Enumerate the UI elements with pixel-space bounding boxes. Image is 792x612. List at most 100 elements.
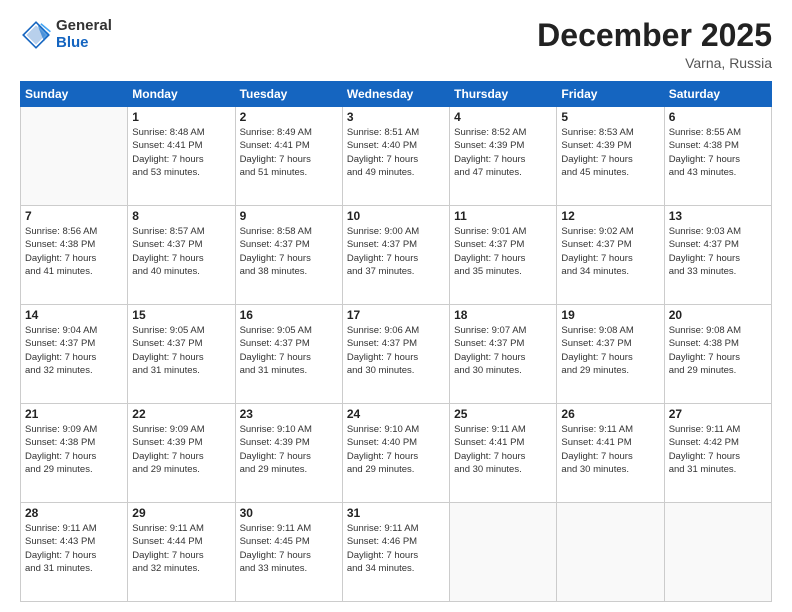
table-row: 10 Sunrise: 9:00 AM Sunset: 4:37 PM Dayli… [342, 206, 449, 305]
calendar-week-row: 7Sunrise: 8:56 AM Sunset: 4:38 PM Daylig… [21, 206, 772, 305]
day-info: Sunrise: 9:00 AM Sunset: 4:37 PM Dayligh… [347, 225, 445, 278]
table-row: 24 Sunrise: 9:10 AM Sunset: 4:40 PM Dayli… [342, 404, 449, 503]
col-saturday: Saturday [664, 82, 771, 107]
day-number: 27 [669, 407, 767, 421]
table-row: 13 Sunrise: 9:03 AM Sunset: 4:37 PM Dayli… [664, 206, 771, 305]
calendar-table: Sunday Monday Tuesday Wednesday Thursday… [20, 81, 772, 602]
day-info: Sunrise: 8:48 AM Sunset: 4:41 PM Dayligh… [132, 126, 230, 179]
table-row: 28Sunrise: 9:11 AM Sunset: 4:43 PM Dayli… [21, 503, 128, 602]
col-tuesday: Tuesday [235, 82, 342, 107]
day-info: Sunrise: 8:58 AM Sunset: 4:37 PM Dayligh… [240, 225, 338, 278]
col-friday: Friday [557, 82, 664, 107]
day-number: 28 [25, 506, 123, 520]
day-number: 11 [454, 209, 552, 223]
table-row: 8Sunrise: 8:57 AM Sunset: 4:37 PM Daylig… [128, 206, 235, 305]
day-info: Sunrise: 9:11 AM Sunset: 4:42 PM Dayligh… [669, 423, 767, 476]
day-info: Sunrise: 9:01 AM Sunset: 4:37 PM Dayligh… [454, 225, 552, 278]
col-thursday: Thursday [450, 82, 557, 107]
day-info: Sunrise: 9:11 AM Sunset: 4:46 PM Dayligh… [347, 522, 445, 575]
day-info: Sunrise: 9:11 AM Sunset: 4:45 PM Dayligh… [240, 522, 338, 575]
day-number: 18 [454, 308, 552, 322]
day-number: 8 [132, 209, 230, 223]
day-info: Sunrise: 9:11 AM Sunset: 4:41 PM Dayligh… [561, 423, 659, 476]
table-row: 15Sunrise: 9:05 AM Sunset: 4:37 PM Dayli… [128, 305, 235, 404]
day-number: 19 [561, 308, 659, 322]
table-row: 30 Sunrise: 9:11 AM Sunset: 4:45 PM Dayli… [235, 503, 342, 602]
day-number: 10 [347, 209, 445, 223]
table-row: 6 Sunrise: 8:55 AM Sunset: 4:38 PM Daylig… [664, 107, 771, 206]
day-number: 5 [561, 110, 659, 124]
day-number: 3 [347, 110, 445, 124]
day-number: 6 [669, 110, 767, 124]
day-number: 23 [240, 407, 338, 421]
calendar-week-row: 14Sunrise: 9:04 AM Sunset: 4:37 PM Dayli… [21, 305, 772, 404]
calendar-week-row: 21Sunrise: 9:09 AM Sunset: 4:38 PM Dayli… [21, 404, 772, 503]
table-row: 16Sunrise: 9:05 AM Sunset: 4:37 PM Dayli… [235, 305, 342, 404]
table-row: 9 Sunrise: 8:58 AM Sunset: 4:37 PM Daylig… [235, 206, 342, 305]
logo-blue: Blue [56, 35, 112, 52]
day-info: Sunrise: 9:09 AM Sunset: 4:39 PM Dayligh… [132, 423, 230, 476]
table-row: 29Sunrise: 9:11 AM Sunset: 4:44 PM Dayli… [128, 503, 235, 602]
table-row: 2Sunrise: 8:49 AM Sunset: 4:41 PM Daylig… [235, 107, 342, 206]
table-row: 26 Sunrise: 9:11 AM Sunset: 4:41 PM Dayli… [557, 404, 664, 503]
day-info: Sunrise: 9:08 AM Sunset: 4:37 PM Dayligh… [561, 324, 659, 377]
title-block: December 2025 Varna, Russia [537, 18, 772, 71]
table-row: 7Sunrise: 8:56 AM Sunset: 4:38 PM Daylig… [21, 206, 128, 305]
day-info: Sunrise: 9:10 AM Sunset: 4:39 PM Dayligh… [240, 423, 338, 476]
day-info: Sunrise: 9:04 AM Sunset: 4:37 PM Dayligh… [25, 324, 123, 377]
day-info: Sunrise: 9:03 AM Sunset: 4:37 PM Dayligh… [669, 225, 767, 278]
day-number: 17 [347, 308, 445, 322]
day-info: Sunrise: 8:51 AM Sunset: 4:40 PM Dayligh… [347, 126, 445, 179]
col-monday: Monday [128, 82, 235, 107]
table-row: 20Sunrise: 9:08 AM Sunset: 4:38 PM Dayli… [664, 305, 771, 404]
day-info: Sunrise: 8:56 AM Sunset: 4:38 PM Dayligh… [25, 225, 123, 278]
day-number: 12 [561, 209, 659, 223]
day-number: 21 [25, 407, 123, 421]
table-row [557, 503, 664, 602]
table-row: 18 Sunrise: 9:07 AM Sunset: 4:37 PM Dayli… [450, 305, 557, 404]
day-number: 26 [561, 407, 659, 421]
table-row: 25Sunrise: 9:11 AM Sunset: 4:41 PM Dayli… [450, 404, 557, 503]
day-info: Sunrise: 9:02 AM Sunset: 4:37 PM Dayligh… [561, 225, 659, 278]
day-info: Sunrise: 9:06 AM Sunset: 4:37 PM Dayligh… [347, 324, 445, 377]
day-number: 13 [669, 209, 767, 223]
day-number: 31 [347, 506, 445, 520]
day-info: Sunrise: 9:11 AM Sunset: 4:41 PM Dayligh… [454, 423, 552, 476]
day-number: 4 [454, 110, 552, 124]
logo-text: General Blue [56, 18, 112, 51]
day-info: Sunrise: 8:53 AM Sunset: 4:39 PM Dayligh… [561, 126, 659, 179]
table-row: 14Sunrise: 9:04 AM Sunset: 4:37 PM Dayli… [21, 305, 128, 404]
day-number: 24 [347, 407, 445, 421]
table-row: 11 Sunrise: 9:01 AM Sunset: 4:37 PM Dayli… [450, 206, 557, 305]
day-info: Sunrise: 9:05 AM Sunset: 4:37 PM Dayligh… [240, 324, 338, 377]
table-row: 1 Sunrise: 8:48 AM Sunset: 4:41 PM Daylig… [128, 107, 235, 206]
day-info: Sunrise: 9:07 AM Sunset: 4:37 PM Dayligh… [454, 324, 552, 377]
table-row: 21Sunrise: 9:09 AM Sunset: 4:38 PM Dayli… [21, 404, 128, 503]
table-row [664, 503, 771, 602]
table-row: 22 Sunrise: 9:09 AM Sunset: 4:39 PM Dayli… [128, 404, 235, 503]
location: Varna, Russia [537, 55, 772, 71]
logo: General Blue [20, 18, 112, 51]
day-number: 9 [240, 209, 338, 223]
table-row: 27 Sunrise: 9:11 AM Sunset: 4:42 PM Dayli… [664, 404, 771, 503]
table-row: 31 Sunrise: 9:11 AM Sunset: 4:46 PM Dayli… [342, 503, 449, 602]
day-number: 20 [669, 308, 767, 322]
col-sunday: Sunday [21, 82, 128, 107]
table-row: 12 Sunrise: 9:02 AM Sunset: 4:37 PM Dayli… [557, 206, 664, 305]
day-number: 22 [132, 407, 230, 421]
header: General Blue December 2025 Varna, Russia [20, 18, 772, 71]
day-number: 30 [240, 506, 338, 520]
calendar-header-row: Sunday Monday Tuesday Wednesday Thursday… [21, 82, 772, 107]
logo-icon [20, 19, 52, 51]
col-wednesday: Wednesday [342, 82, 449, 107]
main-title: December 2025 [537, 18, 772, 53]
day-info: Sunrise: 9:10 AM Sunset: 4:40 PM Dayligh… [347, 423, 445, 476]
calendar-week-row: 1 Sunrise: 8:48 AM Sunset: 4:41 PM Daylig… [21, 107, 772, 206]
day-number: 1 [132, 110, 230, 124]
table-row: 3 Sunrise: 8:51 AM Sunset: 4:40 PM Daylig… [342, 107, 449, 206]
day-info: Sunrise: 9:11 AM Sunset: 4:44 PM Dayligh… [132, 522, 230, 575]
day-info: Sunrise: 8:49 AM Sunset: 4:41 PM Dayligh… [240, 126, 338, 179]
table-row: 5 Sunrise: 8:53 AM Sunset: 4:39 PM Daylig… [557, 107, 664, 206]
day-info: Sunrise: 8:55 AM Sunset: 4:38 PM Dayligh… [669, 126, 767, 179]
day-info: Sunrise: 8:52 AM Sunset: 4:39 PM Dayligh… [454, 126, 552, 179]
